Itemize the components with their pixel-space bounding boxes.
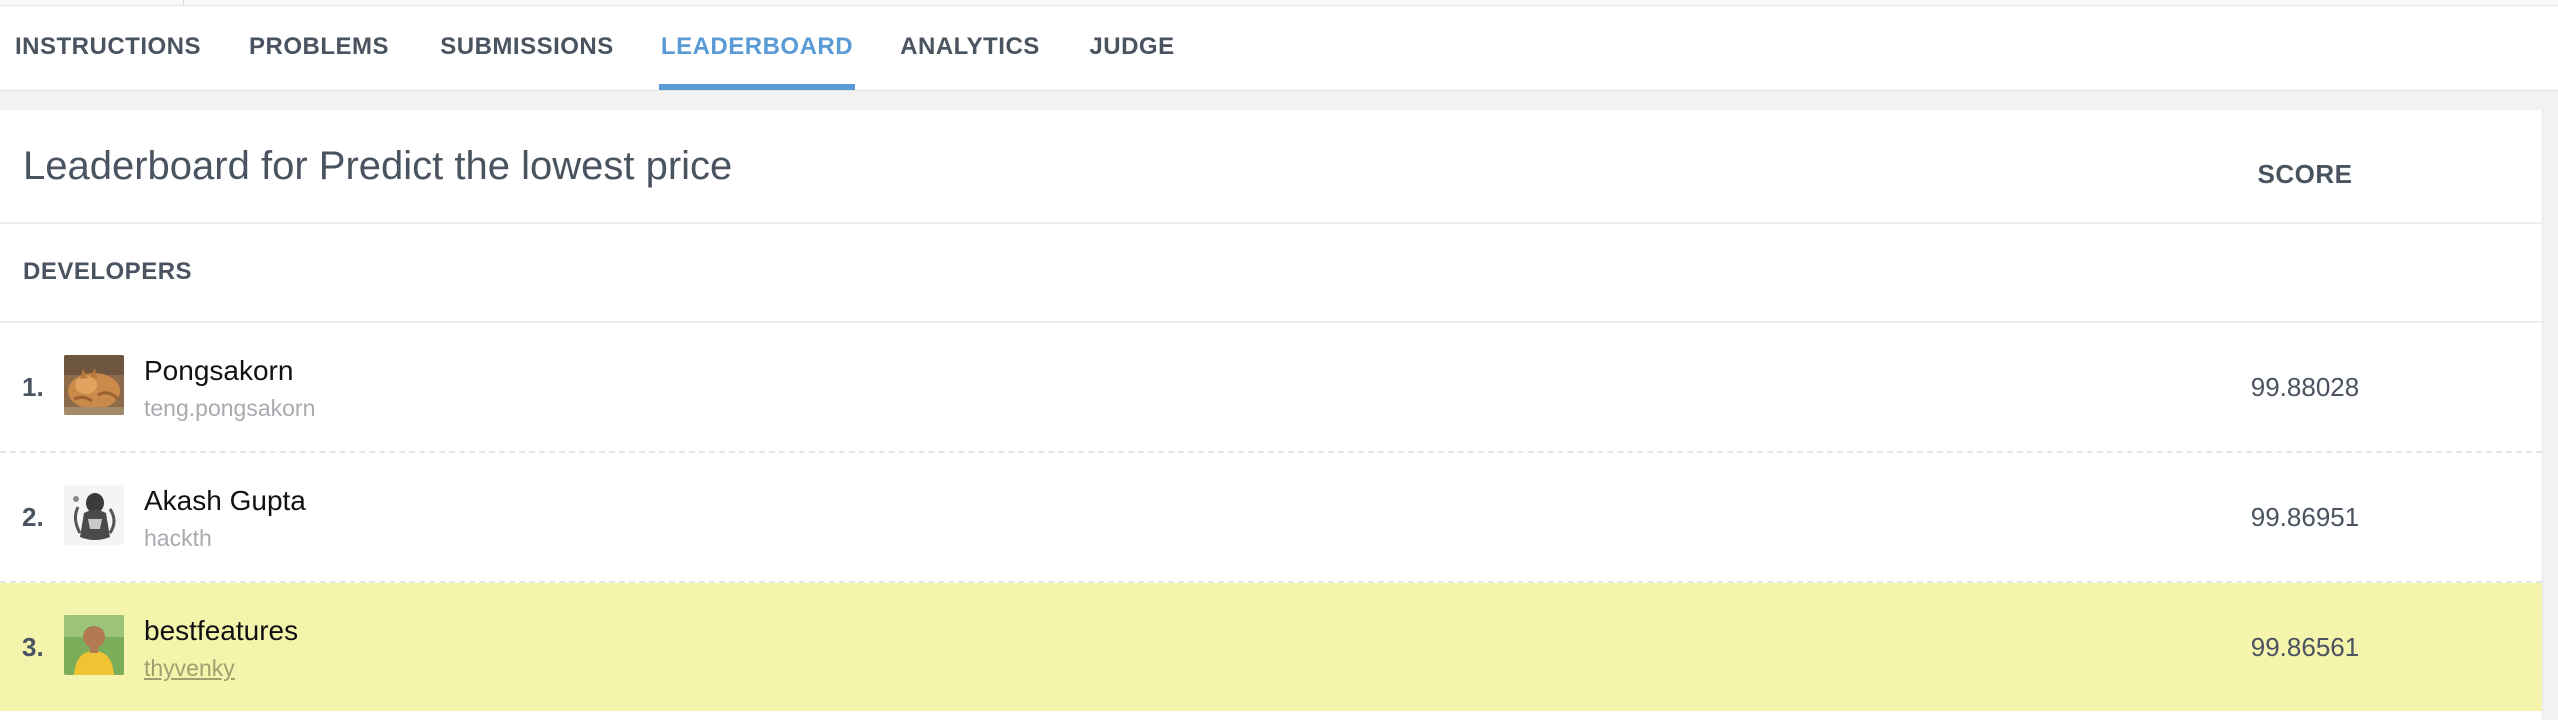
developers-column-header: DEVELOPERS bbox=[23, 258, 193, 285]
cat-avatar-icon[interactable] bbox=[64, 355, 124, 415]
leaderboard-row-highlighted: 3. bestfeatures thyvenky 99.86561 bbox=[0, 583, 2542, 711]
developer-name[interactable]: Akash Gupta bbox=[144, 485, 306, 517]
tab-instructions-label: INSTRUCTIONS bbox=[15, 33, 201, 60]
title-divider bbox=[0, 222, 2542, 224]
top-strip-tab-stub bbox=[0, 0, 184, 5]
developer-handle[interactable]: teng.pongsakorn bbox=[144, 395, 315, 422]
tab-judge[interactable]: JUDGE bbox=[1088, 6, 1176, 90]
rank-number: 2. bbox=[22, 502, 44, 532]
tab-bar: INSTRUCTIONS PROBLEMS SUBMISSIONS LEADER… bbox=[0, 6, 2558, 91]
figure-avatar-icon[interactable] bbox=[64, 485, 124, 545]
tab-problems[interactable]: PROBLEMS bbox=[246, 6, 392, 90]
leaderboard-card: Leaderboard for Predict the lowest price… bbox=[0, 110, 2543, 720]
score-value: 99.86561 bbox=[2250, 632, 2360, 662]
tab-leaderboard-label: LEADERBOARD bbox=[660, 33, 854, 60]
tab-analytics-label: ANALYTICS bbox=[900, 33, 1040, 60]
leaderboard-row: 2. Akash Gupta hackth 99.86951 bbox=[0, 453, 2542, 581]
score-value: 99.88028 bbox=[2250, 372, 2360, 402]
developer-handle[interactable]: hackth bbox=[144, 525, 212, 552]
page-title: Leaderboard for Predict the lowest price bbox=[23, 144, 733, 188]
tab-analytics[interactable]: ANALYTICS bbox=[897, 6, 1043, 90]
rank-number: 1. bbox=[22, 372, 44, 402]
score-value: 99.86951 bbox=[2250, 502, 2360, 532]
score-column-header: SCORE bbox=[2257, 159, 2353, 189]
person-avatar-icon[interactable] bbox=[64, 615, 124, 675]
active-tab-indicator bbox=[659, 84, 855, 90]
rank-number: 3. bbox=[22, 632, 44, 662]
developer-handle[interactable]: thyvenky bbox=[144, 655, 235, 682]
tab-instructions[interactable]: INSTRUCTIONS bbox=[8, 6, 208, 90]
tab-problems-label: PROBLEMS bbox=[248, 33, 389, 60]
leaderboard-row: 1. Pongsakorn teng.pongsakorn 99.88028 bbox=[0, 323, 2542, 451]
tab-submissions-label: SUBMISSIONS bbox=[440, 33, 614, 60]
tab-submissions[interactable]: SUBMISSIONS bbox=[436, 6, 618, 90]
developer-name[interactable]: Pongsakorn bbox=[144, 355, 293, 387]
developer-name[interactable]: bestfeatures bbox=[144, 615, 298, 647]
tab-leaderboard[interactable]: LEADERBOARD bbox=[659, 6, 855, 90]
tab-judge-label: JUDGE bbox=[1089, 33, 1175, 60]
